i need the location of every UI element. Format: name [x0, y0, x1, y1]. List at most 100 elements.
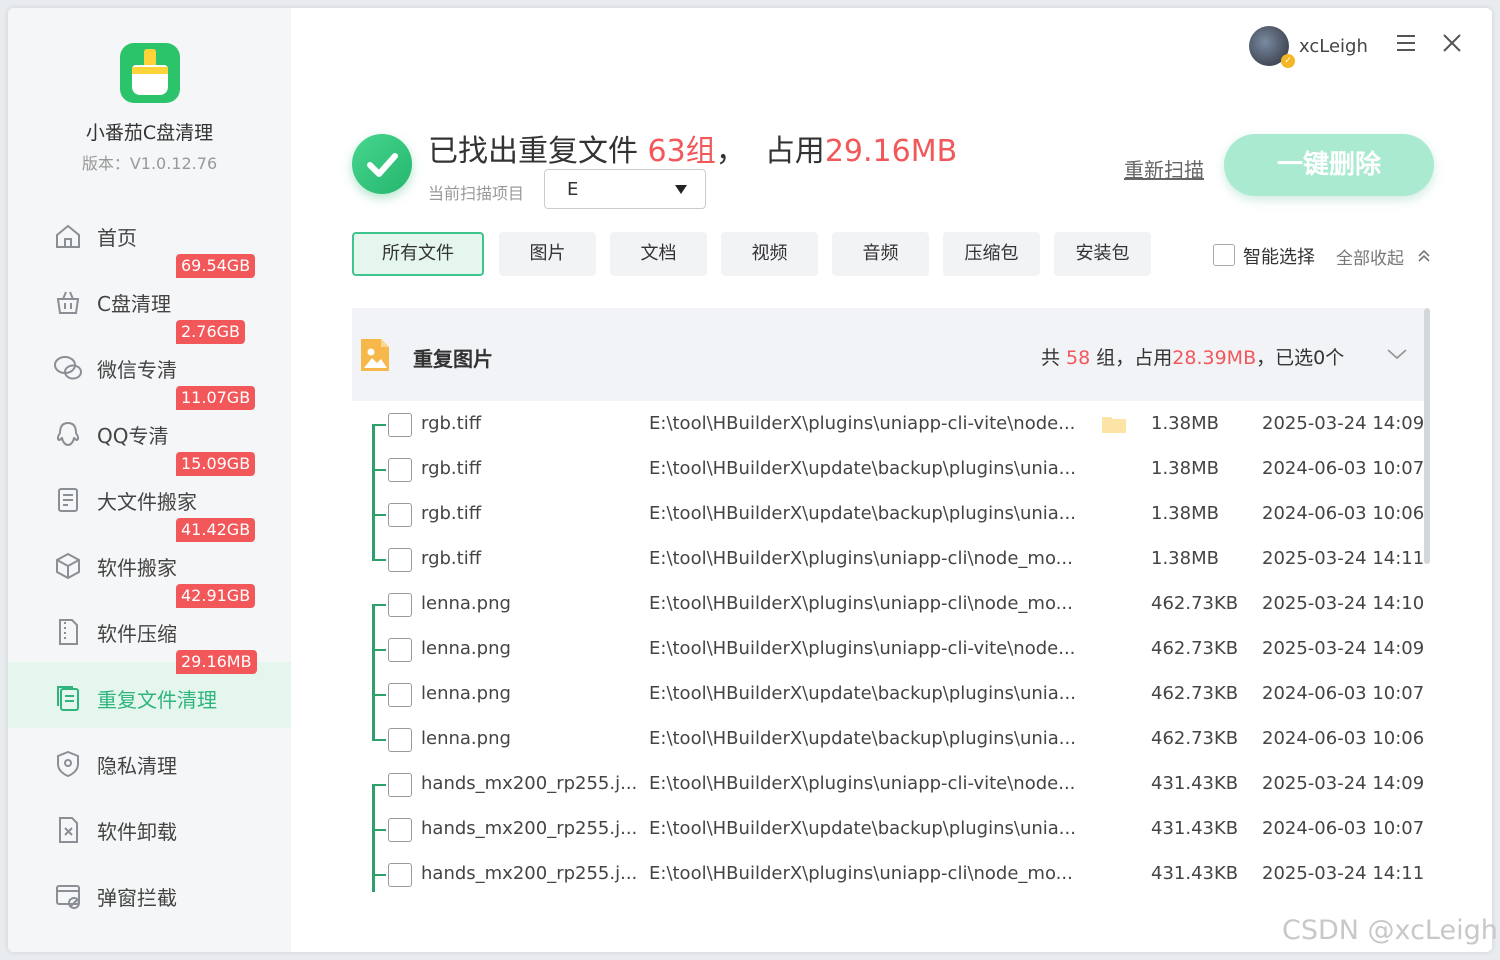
tab-videos[interactable]: 视频 [721, 232, 818, 276]
file-row[interactable]: hands_mx200_rp255.j... E:\tool\HBuilderX… [352, 852, 1424, 897]
file-path: E:\tool\HBuilderX\update\backup\plugins\… [649, 503, 1076, 524]
row-checkbox[interactable] [388, 818, 412, 842]
row-checkbox[interactable] [388, 773, 412, 797]
file-date: 2024-06-03 10:07 [1262, 683, 1425, 704]
duplicate-file-list: rgb.tiff E:\tool\HBuilderX\plugins\uniap… [352, 402, 1424, 892]
row-checkbox[interactable] [388, 863, 412, 887]
file-row[interactable]: rgb.tiff E:\tool\HBuilderX\update\backup… [352, 447, 1424, 492]
file-path: E:\tool\HBuilderX\update\backup\plugins\… [649, 818, 1076, 839]
basket-icon [56, 291, 80, 314]
file-row[interactable]: rgb.tiff E:\tool\HBuilderX\plugins\uniap… [352, 537, 1424, 582]
close-icon[interactable] [1441, 32, 1463, 54]
row-checkbox[interactable] [388, 503, 412, 527]
size-badge: 69.54GB [176, 254, 256, 278]
chevron-down-icon[interactable] [1385, 346, 1409, 362]
app-logo-icon [120, 43, 180, 103]
file-name: rgb.tiff [421, 458, 482, 479]
rescan-link[interactable]: 重新扫描 [1124, 154, 1204, 183]
file-path: E:\tool\HBuilderX\plugins\uniapp-cli-vit… [649, 413, 1076, 434]
row-checkbox[interactable] [388, 638, 412, 662]
sidebar-item-label: 重复文件清理 [97, 688, 217, 712]
file-row[interactable]: lenna.png E:\tool\HBuilderX\plugins\unia… [352, 627, 1424, 672]
tab-all-files[interactable]: 所有文件 [352, 232, 484, 276]
file-date: 2025-03-24 14:11 [1262, 548, 1425, 569]
chevron-up-icon[interactable] [1416, 248, 1432, 264]
sidebar-item-privacy[interactable]: 隐私清理 [8, 728, 291, 794]
vip-icon: ✓ [1281, 54, 1295, 68]
file-size: 462.73KB [1151, 638, 1239, 659]
duplicate-files-icon [57, 686, 79, 711]
sidebar-item-label: 微信专清 [97, 358, 177, 382]
file-size: 431.43KB [1151, 863, 1239, 884]
tab-audio[interactable]: 音频 [832, 232, 929, 276]
popup-block-icon [56, 885, 80, 909]
file-path: E:\tool\HBuilderX\plugins\uniapp-cli\nod… [649, 863, 1073, 884]
file-row[interactable]: lenna.png E:\tool\HBuilderX\update\backu… [352, 672, 1424, 717]
file-size: 431.43KB [1151, 818, 1239, 839]
file-size: 462.73KB [1151, 683, 1239, 704]
file-row[interactable]: rgb.tiff E:\tool\HBuilderX\update\backup… [352, 492, 1424, 537]
delete-all-button[interactable]: 一键删除 [1224, 134, 1434, 196]
menu-icon[interactable] [1395, 34, 1417, 52]
file-name: hands_mx200_rp255.j... [421, 863, 638, 884]
file-date: 2024-06-03 10:06 [1262, 728, 1425, 749]
size-badge: 11.07GB [176, 386, 256, 410]
watermark: CSDN @xcLeigh [1282, 915, 1498, 946]
group-stats: 共 58 组，占用28.39MB，已选0个 [1041, 347, 1345, 369]
group-title: 重复图片 [413, 347, 493, 371]
app-window: 小番茄C盘清理 版本：V1.0.12.76 首页 C盘清理 69.54GB 微信… [8, 8, 1492, 952]
big-file-icon [58, 488, 78, 512]
row-checkbox[interactable] [388, 683, 412, 707]
group-header-images[interactable]: 重复图片 共 58 组，占用28.39MB，已选0个 [352, 308, 1424, 401]
home-icon [56, 224, 80, 248]
file-row[interactable]: hands_mx200_rp255.j... E:\tool\HBuilderX… [352, 762, 1424, 807]
row-checkbox[interactable] [388, 593, 412, 617]
file-size: 431.43KB [1151, 773, 1239, 794]
wechat-icon [54, 356, 82, 380]
scan-project-value: E [567, 179, 579, 200]
tab-images[interactable]: 图片 [499, 232, 596, 276]
file-row[interactable]: lenna.png E:\tool\HBuilderX\plugins\unia… [352, 582, 1424, 627]
file-path: E:\tool\HBuilderX\update\backup\plugins\… [649, 728, 1076, 749]
open-folder-icon[interactable] [1101, 414, 1127, 434]
file-path: E:\tool\HBuilderX\plugins\uniapp-cli-vit… [649, 773, 1076, 794]
sidebar-item-label: 软件压缩 [97, 622, 177, 646]
image-file-icon [361, 339, 389, 371]
sidebar-item-uninstall[interactable]: 软件卸载 [8, 794, 291, 860]
scan-project-select[interactable]: E [544, 169, 706, 209]
file-path: E:\tool\HBuilderX\plugins\uniapp-cli\nod… [649, 548, 1073, 569]
size-badge: 15.09GB [176, 452, 256, 476]
file-name: lenna.png [421, 638, 511, 659]
tab-documents[interactable]: 文档 [610, 232, 707, 276]
sidebar-item-popup-block[interactable]: 弹窗拦截 [8, 860, 291, 926]
app-name: 小番茄C盘清理 [85, 122, 214, 144]
sidebar-item-c-drive[interactable]: C盘清理 69.54GB [8, 254, 291, 332]
zip-file-icon [59, 619, 78, 645]
row-checkbox[interactable] [388, 728, 412, 752]
file-row[interactable]: lenna.png E:\tool\HBuilderX\update\backu… [352, 717, 1424, 762]
file-date: 2025-03-24 14:11 [1262, 863, 1425, 884]
file-name: lenna.png [421, 728, 511, 749]
sidebar-item-label: QQ专清 [97, 424, 169, 448]
file-row[interactable]: hands_mx200_rp255.j... E:\tool\HBuilderX… [352, 807, 1424, 852]
file-date: 2025-03-24 14:09 [1262, 413, 1425, 434]
scrollbar[interactable] [1424, 308, 1430, 564]
file-row[interactable]: rgb.tiff E:\tool\HBuilderX\plugins\uniap… [352, 402, 1424, 447]
sidebar-item-duplicate-clean[interactable]: 重复文件清理 29.16MB [8, 650, 291, 728]
sidebar-item-label: 首页 [97, 226, 137, 250]
smart-select-checkbox[interactable] [1213, 244, 1235, 266]
username[interactable]: xcLeigh [1299, 36, 1368, 57]
app-version: 版本：V1.0.12.76 [81, 154, 218, 173]
size-badge: 2.76GB [176, 320, 245, 344]
row-checkbox[interactable] [388, 548, 412, 572]
file-name: rgb.tiff [421, 413, 482, 434]
row-checkbox[interactable] [388, 413, 412, 437]
tab-installers[interactable]: 安装包 [1054, 232, 1151, 276]
file-path: E:\tool\HBuilderX\update\backup\plugins\… [649, 458, 1076, 479]
shield-icon [57, 750, 79, 778]
tab-archives[interactable]: 压缩包 [943, 232, 1040, 276]
collapse-all-button[interactable]: 全部收起 [1336, 244, 1404, 269]
row-checkbox[interactable] [388, 458, 412, 482]
file-size: 462.73KB [1151, 728, 1239, 749]
main-panel: ✓ xcLeigh 已找出重复文件 63组， 占用29.16MB 当前扫描项目 … [291, 8, 1492, 952]
